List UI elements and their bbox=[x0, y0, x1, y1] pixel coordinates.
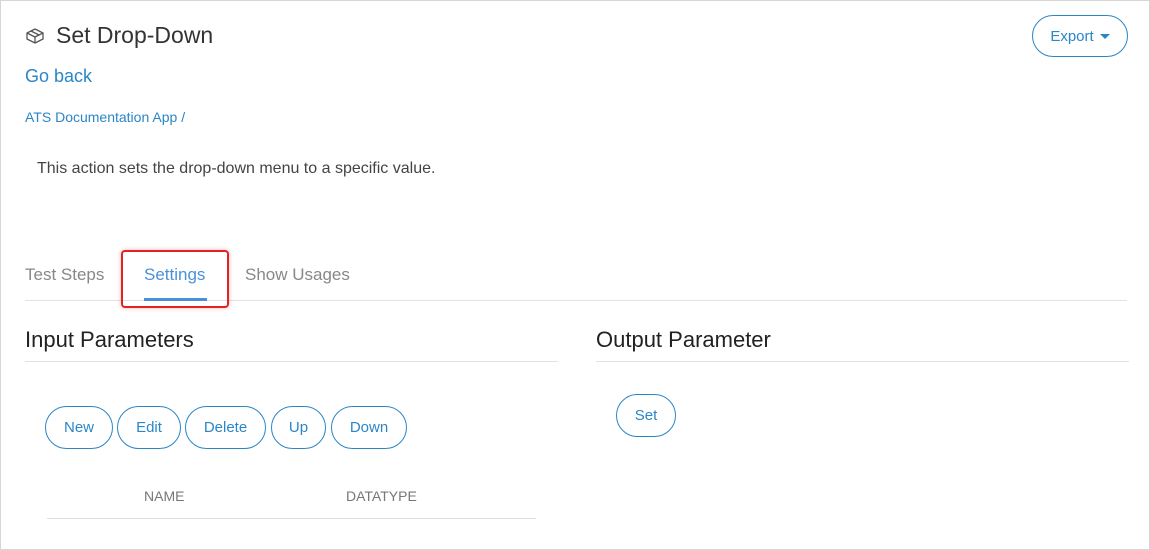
column-header-datatype[interactable]: DATATYPE bbox=[346, 488, 417, 504]
tab-test-steps[interactable]: Test Steps bbox=[25, 265, 104, 285]
new-button[interactable]: New bbox=[45, 406, 113, 449]
input-parameters-divider bbox=[25, 361, 558, 362]
caret-down-icon bbox=[1099, 33, 1110, 39]
breadcrumb: ATS Documentation App / bbox=[25, 109, 185, 125]
up-button[interactable]: Up bbox=[271, 406, 326, 449]
page-title: Set Drop-Down bbox=[56, 22, 214, 48]
cube-icon bbox=[24, 25, 46, 47]
page-header: Set Drop-Down bbox=[24, 22, 213, 49]
action-description: This action sets the drop-down menu to a… bbox=[37, 160, 436, 177]
go-back-link[interactable]: Go back bbox=[25, 66, 92, 87]
set-button[interactable]: Set bbox=[616, 394, 676, 437]
delete-button[interactable]: Delete bbox=[185, 406, 266, 449]
export-label: Export bbox=[1050, 27, 1094, 45]
table-header-divider bbox=[47, 518, 536, 519]
export-button[interactable]: Export bbox=[1032, 15, 1128, 57]
down-button[interactable]: Down bbox=[331, 406, 407, 449]
breadcrumb-app-link[interactable]: ATS Documentation App bbox=[25, 109, 177, 125]
column-header-name[interactable]: NAME bbox=[144, 488, 184, 504]
breadcrumb-separator: / bbox=[181, 109, 186, 125]
output-parameter-divider bbox=[596, 361, 1129, 362]
tab-show-usages[interactable]: Show Usages bbox=[245, 265, 350, 285]
input-parameters-title: Input Parameters bbox=[25, 327, 194, 352]
settings-tab-highlight bbox=[121, 250, 229, 308]
edit-button[interactable]: Edit bbox=[117, 406, 181, 449]
output-parameter-title: Output Parameter bbox=[596, 327, 771, 352]
